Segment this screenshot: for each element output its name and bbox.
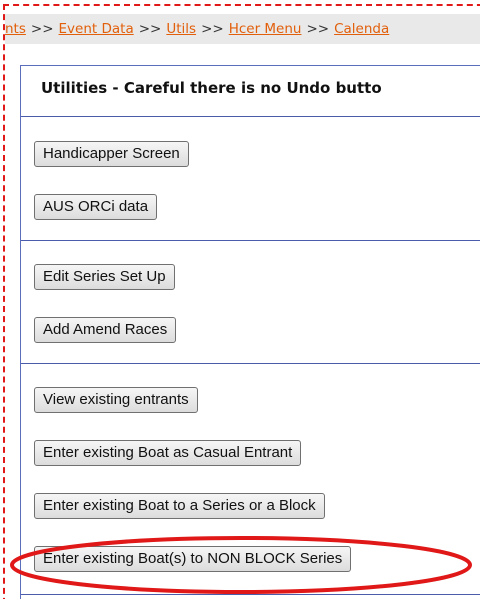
view-existing-entrants-button[interactable]: View existing entrants [34, 387, 198, 413]
enter-boats-non-block-series-button[interactable]: Enter existing Boat(s) to NON BLOCK Seri… [34, 546, 352, 572]
breadcrumb-separator: >> [138, 21, 162, 37]
breadcrumb-link-hcer-menu[interactable]: Hcer Menu [229, 21, 302, 37]
breadcrumb-link-event-data[interactable]: Event Data [59, 21, 134, 37]
section-divider [21, 116, 480, 117]
breadcrumb-separator: >> [201, 21, 224, 37]
section-divider [21, 594, 480, 595]
breadcrumb: nts >> Event Data >> Utils >> Hcer Menu >> Calen… [5, 14, 480, 44]
enter-boat-casual-entrant-button[interactable]: Enter existing Boat as Casual Entrant [34, 440, 302, 466]
section-divider [21, 240, 480, 241]
edit-series-setup-button[interactable]: Edit Series Set Up [34, 264, 175, 290]
aus-orci-data-button[interactable]: AUS ORCi data [34, 194, 158, 220]
breadcrumb-separator: >> [30, 21, 54, 37]
utilities-panel: Utilities - Careful there is no Undo but… [20, 65, 480, 599]
breadcrumb-link-utils[interactable]: Utils [166, 21, 196, 37]
add-amend-races-button[interactable]: Add Amend Races [34, 317, 177, 343]
enter-boat-series-or-block-button[interactable]: Enter existing Boat to a Series or a Blo… [34, 493, 325, 519]
section-divider [21, 363, 480, 364]
handicapper-screen-button[interactable]: Handicapper Screen [34, 141, 189, 167]
breadcrumb-link-events[interactable]: nts [5, 21, 26, 37]
breadcrumb-link-calendar[interactable]: Calenda [334, 21, 389, 37]
page-title: Utilities - Careful there is no Undo but… [41, 79, 382, 97]
breadcrumb-separator: >> [306, 21, 330, 37]
